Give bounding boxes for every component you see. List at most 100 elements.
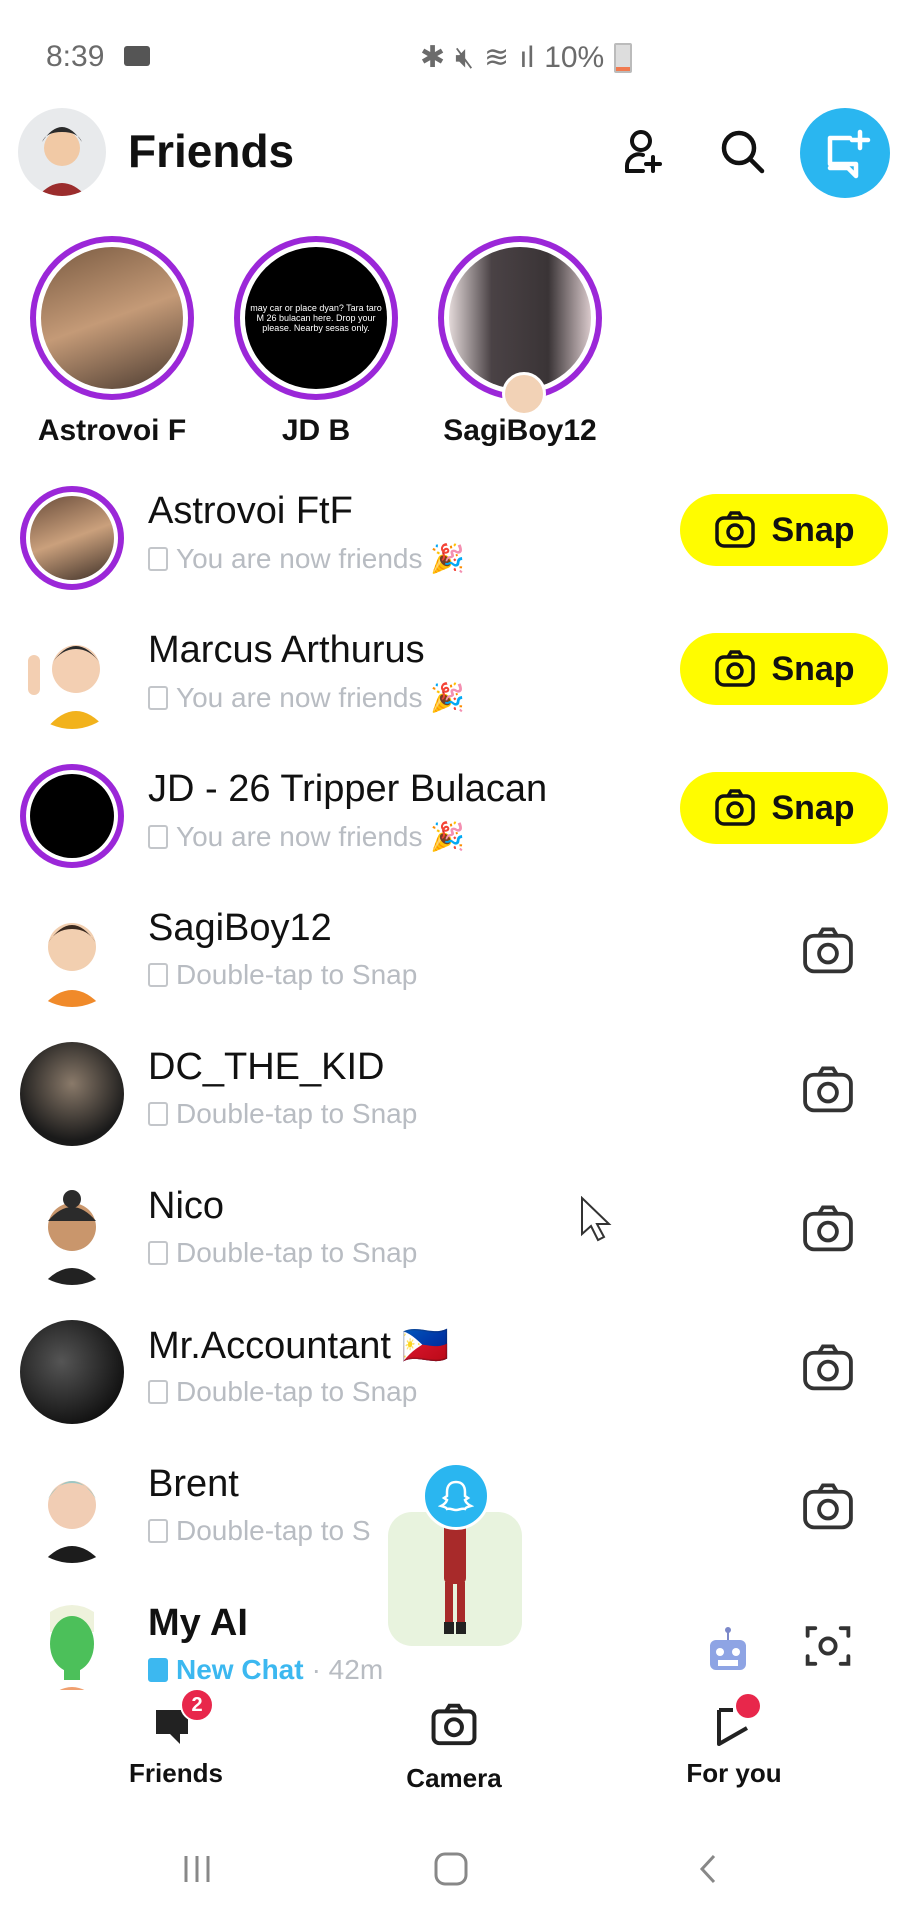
friend-status: You are now friends 🎉 [148,820,465,853]
friend-status: Double-tap to Snap [148,1098,417,1130]
chat-icon [148,685,168,710]
story-name: Astrovoi F [37,414,187,447]
mouse-cursor-icon [580,1195,614,1247]
back-button[interactable] [694,1852,722,1891]
story-name: SagiBoy12 [443,414,597,447]
camera-button[interactable] [800,1201,856,1257]
profile-avatar[interactable] [18,108,106,196]
bluetooth-icon: ✱ [420,41,446,74]
friend-status: Double-tap to Snap [148,959,417,991]
search-icon [721,130,765,174]
friend-row[interactable]: JD - 26 Tripper Bulacan You are now frie… [0,742,908,881]
friend-name: Brent [148,1463,239,1505]
story-thumbnail [41,247,183,389]
bitmoji-widget[interactable] [388,1512,522,1646]
add-friend-button[interactable] [614,122,674,182]
home-icon [434,1852,468,1886]
signal-icon: ıl [519,40,535,74]
chat-icon [148,963,168,987]
friend-avatar [20,1181,124,1285]
system-nav-bar [0,1840,908,1900]
friend-status: Double-tap to Snap [148,1237,417,1269]
nav-label: Camera [406,1763,502,1793]
nav-friends[interactable]: 2 Friends [76,1688,276,1789]
friend-name: DC_THE_KID [148,1046,385,1088]
friend-name: JD - 26 Tripper Bulacan [148,768,548,810]
friend-row[interactable]: SagiBoy12 Double-tap to Snap [0,881,908,1020]
friend-row[interactable]: Mr.Accountant 🇵🇭 Double-tap to Snap [0,1298,908,1437]
friend-avatar [20,764,124,868]
friend-avatar [20,1042,124,1146]
friend-name: My AI [148,1602,248,1644]
camera-button[interactable] [800,1062,856,1118]
friend-avatar [20,1320,124,1424]
story-ring: may car or place dyan? Tara taro M 26 bu… [234,236,398,400]
recent-apps-button[interactable] [180,1852,214,1891]
story-thumbnail: may car or place dyan? Tara taro M 26 bu… [245,247,387,389]
friend-row[interactable]: DC_THE_KID Double-tap to Snap [0,1020,908,1159]
story-item[interactable]: SagiBoy12 [434,236,606,448]
status-bar: 8:39 ✱ 🔇︎ ≋ ıl 10% [0,30,908,80]
robot-icon [706,1626,750,1676]
camera-button[interactable] [800,923,856,979]
snapchat-ghost-button[interactable] [422,1462,490,1530]
recent-apps-icon [184,1856,210,1882]
story-thumbnail [449,247,591,389]
friend-avatar [20,1598,124,1702]
status-time: 8:39 [46,40,105,73]
ghost-icon [438,1480,474,1512]
camera-icon [803,1344,853,1391]
friend-status: You are now friends 🎉 [148,681,465,714]
camera-icon [715,650,756,687]
camera-icon [803,1483,853,1530]
camera-icon [803,1066,853,1113]
search-button[interactable] [713,122,773,182]
chat-icon [148,546,168,571]
friend-status: Double-tap to Snap [148,1376,417,1408]
friend-name: SagiBoy12 [148,907,332,949]
wifi-icon: ≋ [484,41,510,74]
nav-label: Friends [129,1758,223,1788]
new-chat-icon [827,129,871,179]
back-icon [699,1854,716,1884]
camera-button[interactable] [800,1479,856,1535]
camera-icon [715,511,756,548]
scan-button[interactable] [800,1618,856,1674]
battery-percent: 10% [544,40,605,74]
status-icons: ✱ 🔇︎ ≋ ıl 10% [420,40,633,75]
camera-icon [803,1205,853,1252]
snap-button[interactable]: Snap [680,772,888,844]
snap-button[interactable]: Snap [680,494,888,566]
new-chat-button[interactable] [800,108,890,198]
friend-row[interactable]: Marcus Arthurus You are now friends 🎉 Sn… [0,603,908,742]
camera-icon [715,789,756,826]
friend-status: Double-tap to S [148,1515,371,1547]
nav-camera[interactable]: Camera [354,1700,554,1794]
friend-status: You are now friends 🎉 [148,542,465,575]
friend-avatar [20,1459,124,1563]
home-button[interactable] [432,1850,470,1893]
unread-badge: 2 [180,1688,214,1722]
snap-button[interactable]: Snap [680,633,888,705]
scan-icon [805,1626,851,1666]
chat-icon [148,1519,168,1543]
screen-record-icon [124,46,150,66]
friend-avatar [20,625,124,729]
story-name: JD B [281,414,351,447]
chat-icon [148,1241,168,1265]
friend-status: New Chat · 42m [148,1654,383,1686]
friend-name: Marcus Arthurus [148,629,425,671]
page-title: Friends [128,125,295,177]
camera-button[interactable] [800,1340,856,1396]
camera-icon [803,927,853,974]
friend-name: Nico [148,1185,225,1227]
nav-for-you[interactable]: For you [634,1694,834,1789]
friend-row[interactable]: Nico Double-tap to Snap [0,1159,908,1298]
chat-icon [148,824,168,849]
friend-row[interactable]: Astrovoi FtF You are now friends 🎉 Snap [0,464,908,603]
story-item[interactable]: may car or place dyan? Tara taro M 26 bu… [230,236,402,448]
chat-icon [148,1658,168,1682]
friend-name: Astrovoi FtF [148,490,353,532]
story-ring [30,236,194,400]
story-item[interactable]: Astrovoi F [26,236,198,448]
